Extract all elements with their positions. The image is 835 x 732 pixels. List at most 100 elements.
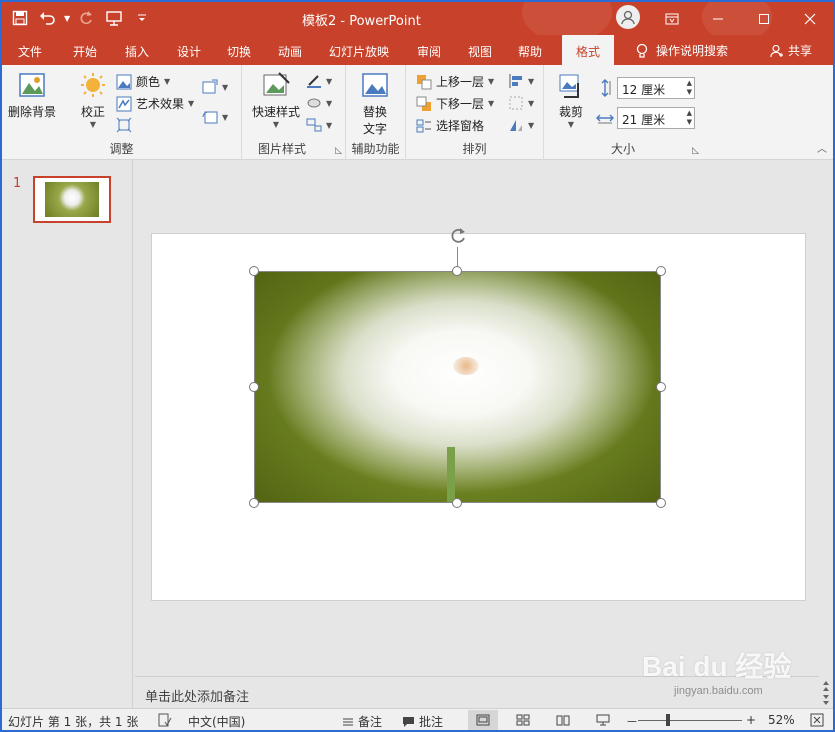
- tab-slideshow[interactable]: 幻灯片放映: [329, 43, 389, 60]
- tab-transitions[interactable]: 切换: [227, 43, 251, 60]
- shape-width-input[interactable]: 21 厘米 ▲ ▼: [617, 107, 695, 129]
- reading-view-button[interactable]: [548, 710, 578, 730]
- zoom-out-button[interactable]: －: [626, 713, 638, 730]
- alt-text-button[interactable]: 替换 文字: [360, 71, 390, 137]
- height-spinner-icon[interactable]: ▲ ▼: [687, 79, 692, 97]
- resize-handle-top-left[interactable]: [249, 266, 259, 276]
- tab-file[interactable]: 文件: [18, 43, 42, 60]
- vertical-scrollbar[interactable]: [819, 676, 833, 708]
- bring-forward-label: 上移一层: [436, 75, 485, 89]
- picture-stem: [447, 447, 455, 502]
- tab-format[interactable]: 格式: [562, 35, 615, 65]
- slide-sorter-view-button[interactable]: [508, 710, 538, 730]
- resize-handle-bottom[interactable]: [452, 498, 462, 508]
- quick-styles-button[interactable]: 快速样式 ▼: [252, 71, 300, 129]
- scroll-arrows-icon: [823, 681, 829, 705]
- picture-effects-button[interactable]: ▼: [306, 95, 332, 111]
- share-button[interactable]: 共享: [770, 42, 812, 59]
- align-button[interactable]: ▼: [508, 73, 534, 89]
- tab-animations[interactable]: 动画: [278, 43, 302, 60]
- share-person-icon: [770, 44, 783, 57]
- undo-icon: [40, 12, 55, 25]
- rotate-button[interactable]: ▼: [508, 117, 534, 133]
- spell-check-icon[interactable]: [158, 713, 172, 727]
- collapse-ribbon-icon[interactable]: ︿: [817, 140, 827, 155]
- tab-help[interactable]: 帮助: [518, 43, 542, 60]
- corrections-button[interactable]: 校正 ▼: [78, 71, 108, 129]
- compress-icon: [116, 117, 132, 133]
- resize-handle-bottom-right[interactable]: [656, 498, 666, 508]
- group-objects-button[interactable]: ▼: [508, 95, 534, 111]
- selection-pane-button[interactable]: 选择窗格: [416, 117, 484, 134]
- picture-layout-button[interactable]: ▼: [306, 117, 332, 133]
- slide-thumbnail[interactable]: [33, 176, 111, 223]
- tab-home[interactable]: 开始: [73, 43, 97, 60]
- tell-me-search[interactable]: 操作说明搜索: [636, 42, 728, 59]
- save-icon: [12, 10, 28, 26]
- send-backward-button[interactable]: 下移一层 ▼: [416, 95, 494, 112]
- slideshow-view-button[interactable]: [588, 710, 618, 730]
- zoom-level[interactable]: 52%: [768, 713, 795, 727]
- tab-insert[interactable]: 插入: [125, 43, 149, 60]
- group-objects-icon: [509, 96, 523, 110]
- dandelion-picture[interactable]: [254, 271, 661, 503]
- color-button[interactable]: 颜色 ▼: [116, 73, 170, 90]
- artistic-effects-dropdown-icon: ▼: [188, 99, 195, 108]
- resize-handle-top-right[interactable]: [656, 266, 666, 276]
- ribbon: 删除背景 校正 ▼ 颜色 ▼ 艺术效果 ▼ ▼ ▼ 调整 快速样式 ▼ ▼ ▼ …: [2, 65, 833, 160]
- redo-button[interactable]: [74, 6, 98, 30]
- minimize-button[interactable]: [695, 2, 741, 35]
- customize-qat-button[interactable]: [130, 6, 154, 30]
- reading-view-icon: [556, 715, 570, 726]
- tab-view[interactable]: 视图: [468, 43, 492, 60]
- resize-handle-left[interactable]: [249, 382, 259, 392]
- window-title: 模板2 - PowerPoint: [302, 14, 421, 29]
- size-launcher-icon[interactable]: ◺: [692, 146, 699, 156]
- undo-button[interactable]: [36, 6, 60, 30]
- notes-toggle-label: 备注: [358, 715, 383, 729]
- remove-background-button[interactable]: 删除背景: [8, 71, 56, 120]
- fit-to-window-icon[interactable]: [810, 713, 824, 727]
- picture-border-button[interactable]: ▼: [306, 73, 332, 89]
- resize-handle-right[interactable]: [656, 382, 666, 392]
- ribbon-display-options-button[interactable]: [649, 2, 695, 35]
- shape-height-input[interactable]: 12 厘米 ▲ ▼: [617, 77, 695, 99]
- comments-button[interactable]: 批注: [402, 713, 443, 730]
- zoom-slider[interactable]: [638, 720, 742, 721]
- corrections-sun-icon: [81, 73, 105, 97]
- start-from-beginning-button[interactable]: [102, 6, 126, 30]
- save-button[interactable]: [8, 6, 32, 30]
- color-label: 颜色: [136, 75, 161, 89]
- slides-pane: 1: [2, 160, 133, 708]
- zoom-slider-thumb[interactable]: [666, 714, 670, 726]
- close-button[interactable]: [787, 2, 833, 35]
- compress-pictures-button[interactable]: [116, 117, 132, 133]
- picture-styles-launcher-icon[interactable]: ◺: [335, 146, 342, 156]
- picture-border-icon: [307, 75, 321, 88]
- shape-height-value: 12 厘米: [622, 83, 666, 97]
- group-label-adjust: 调整: [109, 142, 134, 156]
- reset-picture-button[interactable]: ▼: [202, 109, 228, 125]
- crop-button[interactable]: 裁剪 ▼: [556, 71, 586, 129]
- artistic-effects-button[interactable]: 艺术效果 ▼: [116, 95, 194, 112]
- normal-view-button[interactable]: [468, 710, 498, 730]
- close-icon: [804, 13, 816, 24]
- resize-handle-top[interactable]: [452, 266, 462, 276]
- rotate-dropdown-icon: ▼: [528, 120, 535, 130]
- group-label-accessibility: 辅助功能: [351, 142, 400, 156]
- maximize-button[interactable]: [741, 2, 787, 35]
- width-spinner-icon[interactable]: ▲ ▼: [687, 109, 692, 127]
- bring-forward-button[interactable]: 上移一层 ▼: [416, 73, 494, 90]
- account-avatar[interactable]: [616, 5, 640, 29]
- zoom-in-button[interactable]: +: [746, 713, 756, 727]
- undo-dropdown-icon[interactable]: ▼: [64, 14, 70, 23]
- notes-toggle-button[interactable]: 备注: [342, 713, 382, 730]
- resize-handle-bottom-left[interactable]: [249, 498, 259, 508]
- change-picture-dropdown-icon: ▼: [222, 82, 229, 92]
- tab-design[interactable]: 设计: [177, 43, 201, 60]
- change-picture-button[interactable]: ▼: [202, 79, 228, 95]
- rotate-handle-icon[interactable]: [448, 226, 468, 246]
- group-label-picture-styles: 图片样式: [258, 142, 307, 156]
- tab-review[interactable]: 审阅: [417, 43, 441, 60]
- language-status[interactable]: 中文(中国): [188, 713, 245, 730]
